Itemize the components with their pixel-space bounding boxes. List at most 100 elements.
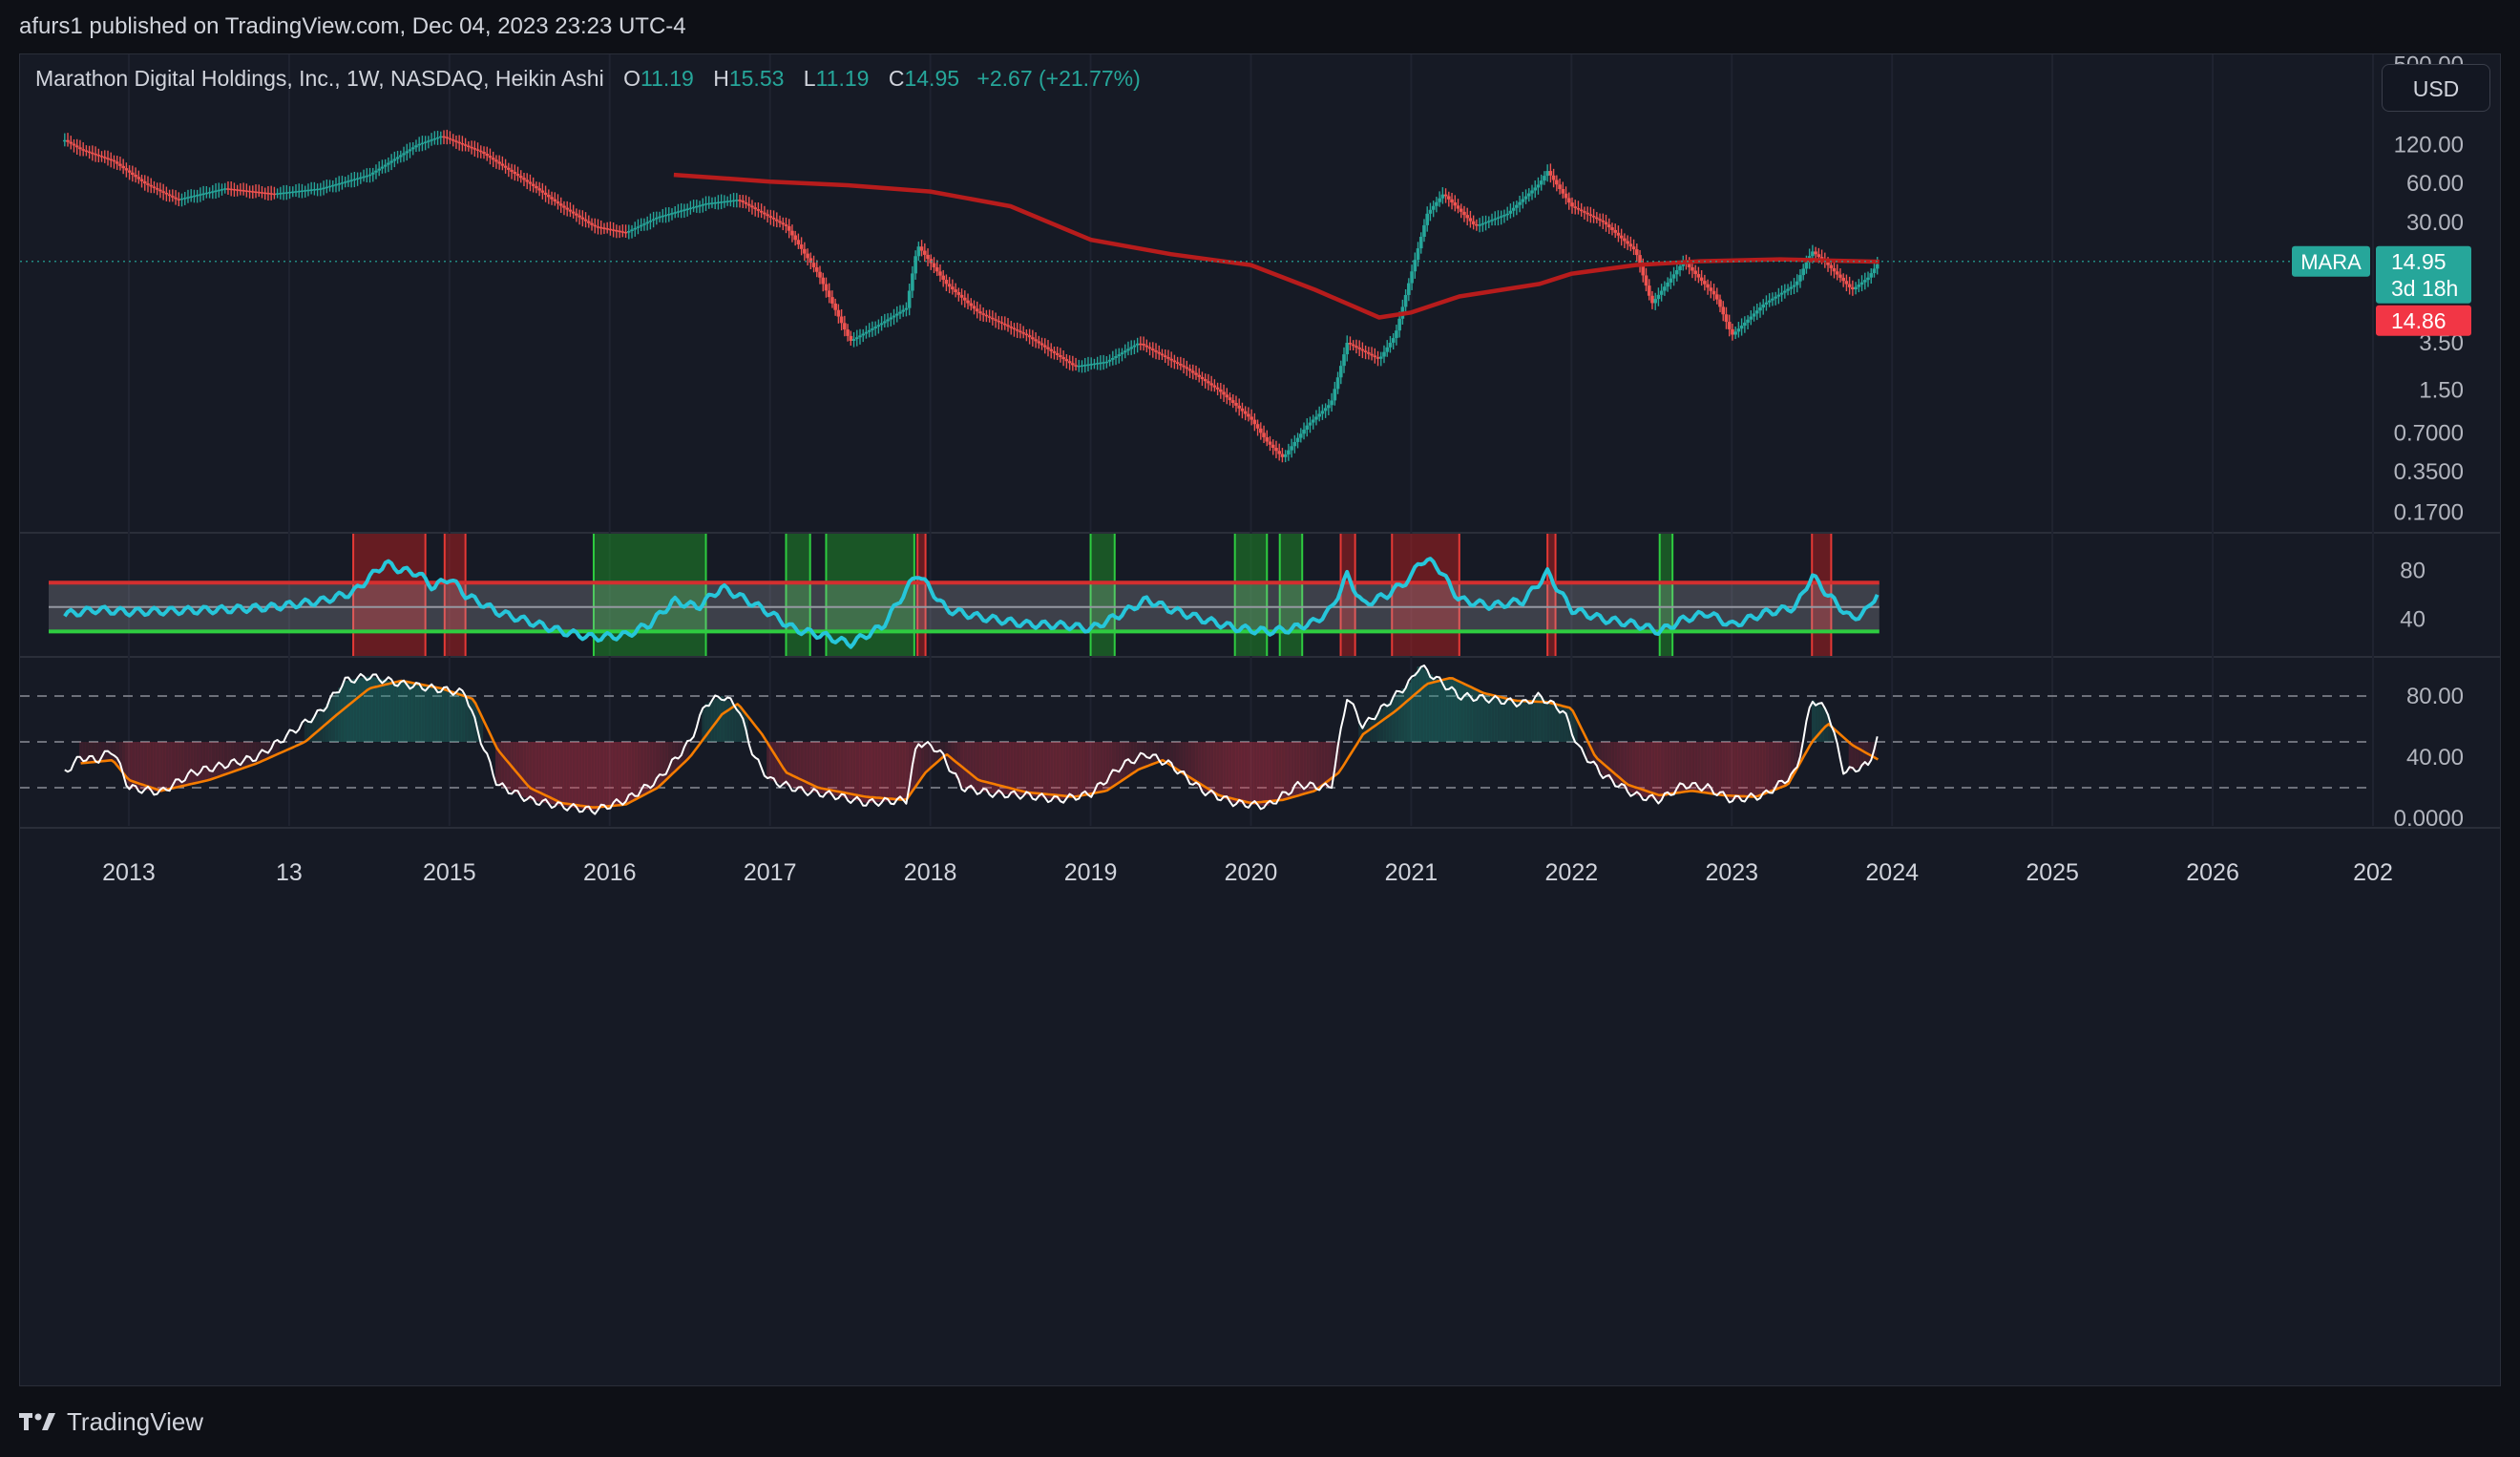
candle-body bbox=[217, 189, 221, 192]
stoch-oversold-fill bbox=[162, 742, 166, 791]
candle-body bbox=[81, 149, 85, 151]
stoch-oversold-fill bbox=[1605, 742, 1608, 778]
stoch-oversold-fill bbox=[862, 742, 866, 803]
stoch-oversold-fill bbox=[187, 742, 191, 785]
candle-body bbox=[926, 254, 930, 260]
candle-body bbox=[741, 201, 746, 202]
high-value: 15.53 bbox=[728, 66, 785, 91]
candle-body bbox=[602, 227, 606, 229]
stoch-oversold-fill bbox=[1018, 742, 1023, 795]
candle-body bbox=[858, 335, 862, 338]
candle-body bbox=[1804, 262, 1809, 269]
time-axis-tick: 2013 bbox=[102, 859, 156, 886]
stoch-overbought-fill bbox=[1411, 678, 1415, 742]
stoch-oversold-fill bbox=[1611, 742, 1615, 782]
stoch-oversold-fill bbox=[883, 742, 888, 802]
stoch-oversold-fill bbox=[852, 742, 856, 801]
stoch-oversold-fill bbox=[803, 742, 808, 792]
candle-body bbox=[1203, 379, 1208, 382]
candle-body bbox=[738, 200, 742, 201]
candle-body bbox=[1724, 314, 1729, 323]
candle-body bbox=[1866, 277, 1870, 281]
candle-body bbox=[1610, 227, 1614, 230]
candle-body bbox=[1438, 198, 1441, 202]
candle-body bbox=[907, 290, 912, 308]
candle-body bbox=[155, 188, 159, 190]
candle-body bbox=[590, 222, 594, 225]
candle-body bbox=[642, 223, 646, 225]
candle-body bbox=[432, 137, 437, 140]
candle-body bbox=[1333, 389, 1337, 401]
stoch-overbought-fill bbox=[711, 700, 715, 742]
stoch-oversold-fill bbox=[556, 742, 560, 806]
stoch-oversold-fill bbox=[825, 742, 829, 794]
candle-body bbox=[199, 194, 202, 196]
candle-body bbox=[934, 266, 939, 272]
stoch-overbought-fill bbox=[1531, 699, 1535, 742]
candle-body bbox=[1786, 288, 1790, 291]
candle-body bbox=[229, 188, 233, 191]
stoch-oversold-fill bbox=[150, 742, 154, 792]
candle-body bbox=[1142, 344, 1145, 346]
candle-body bbox=[1674, 270, 1679, 275]
stoch-oversold-fill bbox=[1115, 742, 1119, 785]
candle-body bbox=[710, 202, 714, 204]
candle-body bbox=[279, 193, 283, 195]
stoch-oversold-fill bbox=[1038, 742, 1041, 797]
candle-body bbox=[1357, 348, 1361, 349]
time-axis-tick: 2019 bbox=[1064, 859, 1118, 886]
candle-body bbox=[115, 161, 119, 164]
candle-body bbox=[932, 263, 936, 267]
stoch-oversold-fill bbox=[1250, 742, 1254, 805]
candle-body bbox=[867, 329, 872, 332]
stoch-oversold-fill bbox=[1737, 742, 1741, 799]
stoch-oversold-fill bbox=[1207, 742, 1211, 793]
currency-button[interactable]: USD bbox=[2382, 64, 2490, 112]
stoch-oversold-fill bbox=[587, 742, 592, 811]
candle-body bbox=[1190, 370, 1195, 373]
stoch-overbought-fill bbox=[1404, 685, 1409, 742]
stoch-oversold-fill bbox=[877, 742, 881, 802]
candle-body bbox=[349, 179, 353, 181]
stoch-oversold-fill bbox=[659, 742, 662, 786]
stoch-oversold-fill bbox=[1321, 742, 1325, 788]
stoch-oversold-fill bbox=[978, 742, 983, 792]
candle-body bbox=[306, 189, 310, 192]
stoch-oversold-fill bbox=[819, 742, 823, 793]
stoch-overbought-fill bbox=[1820, 707, 1825, 742]
stoch-overbought-fill bbox=[1522, 701, 1525, 742]
candle-body bbox=[1182, 365, 1186, 368]
candle-body bbox=[1854, 286, 1858, 290]
candle-body bbox=[500, 163, 505, 166]
candle-body bbox=[1872, 268, 1877, 274]
stoch-oversold-fill bbox=[892, 742, 896, 801]
chart-canvas[interactable]: 500.00260.00120.0060.0030.003.501.500.70… bbox=[20, 54, 2501, 1386]
stoch-oversold-fill bbox=[637, 742, 640, 798]
candle-body bbox=[442, 136, 446, 138]
stoch-oversold-fill bbox=[1602, 742, 1606, 776]
stoch-oversold-fill bbox=[1271, 742, 1276, 802]
candle-body bbox=[735, 200, 739, 201]
stoch-oversold-fill bbox=[1318, 742, 1322, 788]
candle-body bbox=[1814, 251, 1817, 255]
candle-body bbox=[370, 172, 375, 175]
stoch-oversold-fill bbox=[631, 742, 635, 801]
candle-body bbox=[454, 140, 458, 142]
stoch-oversold-fill bbox=[1858, 742, 1861, 768]
chart-frame[interactable]: 500.00260.00120.0060.0030.003.501.500.70… bbox=[19, 53, 2501, 1386]
stoch-oversold-fill bbox=[1685, 742, 1689, 792]
stoch-overbought-fill bbox=[732, 704, 737, 742]
stoch-oversold-fill bbox=[1173, 742, 1177, 769]
candle-body bbox=[1280, 454, 1285, 457]
stoch-oversold-fill bbox=[559, 742, 564, 807]
candle-body bbox=[118, 163, 122, 166]
candle-body bbox=[854, 337, 859, 340]
stoch-overbought-fill bbox=[418, 684, 422, 742]
candle-body bbox=[1212, 385, 1217, 388]
candle-body bbox=[956, 292, 961, 295]
candle-body bbox=[999, 322, 1004, 324]
candle-body bbox=[605, 228, 609, 230]
candle-body bbox=[580, 217, 585, 220]
candle-body bbox=[871, 327, 874, 330]
candle-body bbox=[540, 190, 545, 193]
